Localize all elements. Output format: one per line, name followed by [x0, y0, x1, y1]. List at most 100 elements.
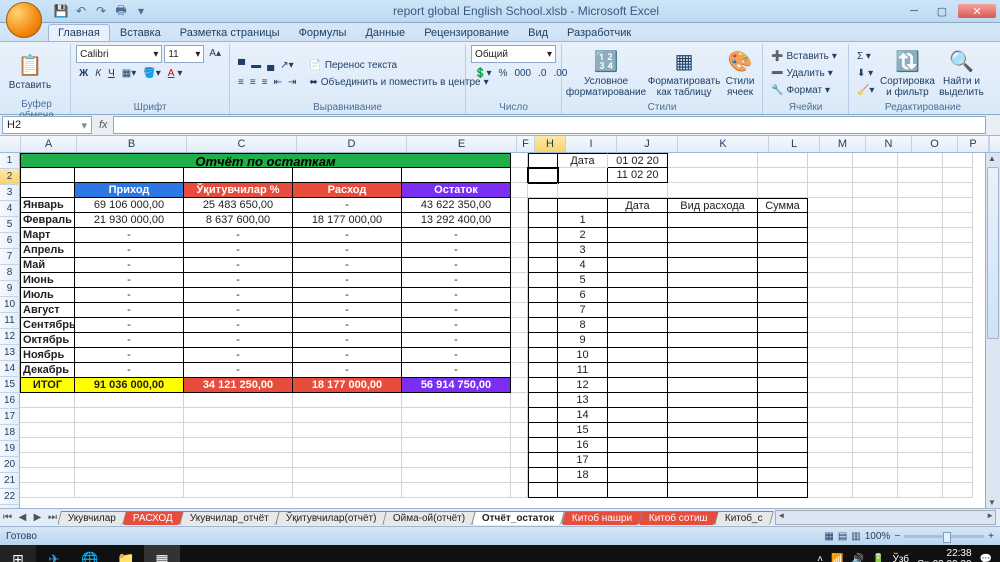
cell[interactable]	[511, 168, 528, 183]
cell[interactable]	[943, 183, 973, 198]
col-header-H[interactable]: H	[535, 136, 566, 152]
cell[interactable]	[528, 393, 558, 408]
cell[interactable]	[528, 273, 558, 288]
cell[interactable]: -	[75, 333, 184, 348]
cell[interactable]	[528, 483, 558, 498]
minimize-button[interactable]: ─	[902, 4, 926, 18]
cell[interactable]	[898, 348, 943, 363]
cell[interactable]: -	[402, 273, 511, 288]
autosum-button[interactable]: Σ ▾	[854, 49, 877, 65]
cell[interactable]: -	[402, 303, 511, 318]
cell[interactable]	[668, 423, 758, 438]
report-title[interactable]: Отчёт по остаткам	[20, 153, 511, 168]
sheet-tab-4[interactable]: Ойма-ой(отчёт)	[382, 511, 476, 525]
cell[interactable]	[608, 393, 668, 408]
cell[interactable]	[20, 483, 75, 498]
format-as-table-button[interactable]: ▦Форматировать как таблицу	[648, 47, 720, 101]
cell[interactable]	[511, 363, 528, 378]
sheet-tab-5[interactable]: Отчёт_остаток	[472, 511, 566, 525]
cell[interactable]	[75, 438, 184, 453]
cell[interactable]: 17	[558, 453, 608, 468]
cell[interactable]	[808, 423, 853, 438]
cell[interactable]	[808, 378, 853, 393]
tray-up-icon[interactable]: ˄	[817, 554, 823, 562]
cell[interactable]	[668, 393, 758, 408]
cell[interactable]: 2	[558, 228, 608, 243]
row-header-17[interactable]: 17	[0, 409, 20, 425]
cell[interactable]	[20, 468, 75, 483]
cell[interactable]	[402, 438, 511, 453]
sheet-tab-6[interactable]: Китоб нашри	[561, 511, 643, 525]
indent-inc-button[interactable]: ⇥	[285, 74, 299, 90]
cell[interactable]	[75, 168, 184, 183]
tab-nav-next[interactable]: ▶	[30, 512, 45, 523]
ribbon-tab-6[interactable]: Вид	[519, 25, 557, 41]
cell[interactable]: 13 292 400,00	[402, 213, 511, 228]
fill-color-button[interactable]: 🪣▾	[140, 65, 163, 81]
cell[interactable]	[608, 258, 668, 273]
cell[interactable]	[943, 363, 973, 378]
cell[interactable]: 5	[558, 273, 608, 288]
cell[interactable]	[853, 168, 898, 183]
tray-notifications-icon[interactable]: 💬	[980, 554, 992, 562]
cell[interactable]	[898, 333, 943, 348]
cell[interactable]	[608, 468, 668, 483]
cell[interactable]	[20, 408, 75, 423]
cell[interactable]	[511, 303, 528, 318]
cell[interactable]: -	[293, 333, 402, 348]
cell[interactable]	[758, 378, 808, 393]
cell[interactable]	[808, 183, 853, 198]
cell[interactable]	[853, 363, 898, 378]
cell[interactable]	[898, 303, 943, 318]
cell[interactable]	[898, 183, 943, 198]
cell[interactable]	[943, 423, 973, 438]
cell[interactable]	[528, 198, 558, 213]
cell[interactable]	[808, 393, 853, 408]
cell[interactable]	[853, 468, 898, 483]
cell[interactable]: Июнь	[20, 273, 75, 288]
cell[interactable]	[853, 243, 898, 258]
cell[interactable]	[608, 333, 668, 348]
spreadsheet-grid[interactable]: 1234567891011121314151617181920212223 От…	[0, 153, 1000, 508]
ribbon-tab-2[interactable]: Разметка страницы	[171, 25, 289, 41]
cell[interactable]	[528, 258, 558, 273]
cell[interactable]: -	[293, 273, 402, 288]
cell[interactable]	[668, 168, 758, 183]
cell[interactable]	[20, 183, 75, 198]
col-header-P[interactable]: P	[958, 136, 989, 152]
border-button[interactable]: ▦▾	[119, 65, 139, 81]
cell[interactable]	[898, 453, 943, 468]
cell[interactable]: Приход	[75, 183, 184, 198]
cell[interactable]: 43 622 350,00	[402, 198, 511, 213]
cell[interactable]	[898, 423, 943, 438]
cell[interactable]	[853, 453, 898, 468]
cell[interactable]	[528, 213, 558, 228]
cell[interactable]	[184, 423, 293, 438]
tray-lang[interactable]: Ўзб	[892, 554, 909, 562]
cell[interactable]: 11	[558, 363, 608, 378]
row-header-4[interactable]: 4	[0, 201, 20, 217]
cell[interactable]	[528, 183, 558, 198]
underline-button[interactable]: Ч	[105, 65, 118, 81]
view-pagebreak-icon[interactable]: ▥	[851, 531, 860, 542]
cell[interactable]	[943, 453, 973, 468]
taskbar-folder-icon[interactable]: 📁	[108, 545, 144, 562]
cell[interactable]	[808, 453, 853, 468]
cell[interactable]	[853, 333, 898, 348]
horizontal-scrollbar[interactable]	[775, 510, 996, 525]
cell[interactable]	[184, 168, 293, 183]
col-header-E[interactable]: E	[407, 136, 517, 152]
cell[interactable]	[853, 303, 898, 318]
cell[interactable]	[511, 408, 528, 423]
cell[interactable]	[511, 273, 528, 288]
col-header-K[interactable]: K	[678, 136, 769, 152]
row-header-12[interactable]: 12	[0, 329, 20, 345]
cell[interactable]	[808, 213, 853, 228]
cell[interactable]: Июль	[20, 288, 75, 303]
cell[interactable]: -	[184, 303, 293, 318]
cell[interactable]	[184, 438, 293, 453]
cell[interactable]	[808, 333, 853, 348]
cell[interactable]	[511, 333, 528, 348]
cell[interactable]	[898, 153, 943, 168]
cell[interactable]	[511, 288, 528, 303]
